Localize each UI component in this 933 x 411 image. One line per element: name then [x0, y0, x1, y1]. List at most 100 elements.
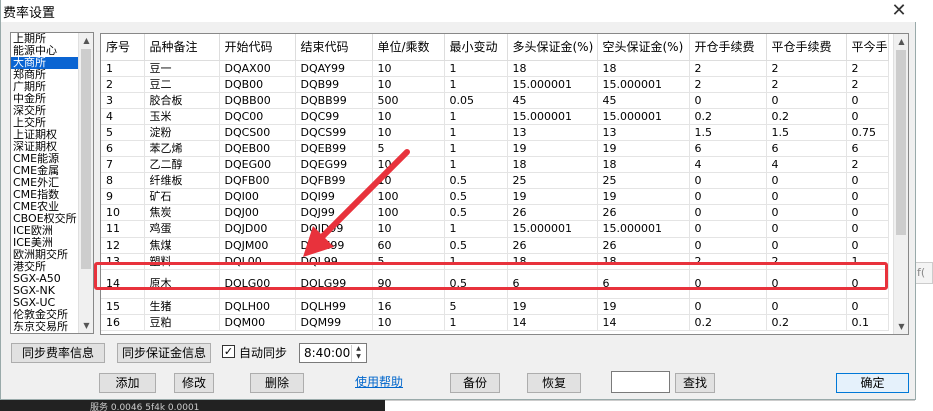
column-header[interactable]: 平仓手续费 — [766, 34, 847, 61]
scroll-down-icon[interactable]: ▼ — [79, 318, 93, 333]
table-row[interactable]: 2 豆二 DQB00 DQB99 10 1 15.000001 15.000001 2 2 2 — [101, 76, 889, 93]
table-row[interactable]: 1 豆一 DQAX00 DQAY99 10 1 18 18 2 2 2 — [101, 60, 889, 77]
table-row[interactable]: 14 原木 DQLG00 DQLG99 90 0.5 6 6 0 0 0 — [101, 269, 889, 299]
table-row[interactable]: 4 玉米 DQC00 DQC99 10 1 15.000001 15.000001 0.2 0.2… — [101, 108, 889, 125]
exchange-item[interactable]: CME外汇 — [11, 177, 81, 189]
sync-margin-button[interactable]: 同步保证金信息 — [117, 343, 211, 363]
sync-fee-button[interactable]: 同步费率信息 — [11, 343, 105, 363]
table-cell: 19 — [597, 298, 690, 315]
table-cell: 0 — [766, 220, 847, 238]
table-cell: DQEG00 — [219, 156, 296, 174]
exchange-list-scrollbar[interactable]: ▲ ▼ — [78, 33, 93, 333]
exchange-item[interactable]: CME指数 — [11, 189, 81, 201]
table-cell: 6 — [766, 140, 847, 158]
table-cell: DQJD99 — [295, 220, 373, 238]
exchange-item[interactable]: 大商所 — [11, 57, 81, 69]
table-cell: DQJM00 — [219, 237, 296, 254]
table-row[interactable]: 3 胶合板 DQBB00 DQBB99 500 0.05 45 45 0 0 0 — [101, 92, 889, 109]
exchange-item[interactable]: SGX-UC — [11, 297, 81, 309]
column-header[interactable]: 空头保证金(%) — [597, 34, 690, 61]
time-spinner[interactable]: ▲ ▼ — [351, 345, 365, 362]
exchange-item[interactable]: 港交所 — [11, 261, 81, 273]
spin-down-icon[interactable]: ▼ — [352, 353, 365, 361]
table-cell: 14 — [101, 269, 145, 299]
table-cell: 0 — [689, 220, 767, 238]
table-row[interactable]: 8 纤维板 DQFB00 DQFB99 10 0.5 25 25 0 0 0 — [101, 172, 889, 190]
exchange-item[interactable]: 欧洲期交所 — [11, 249, 81, 261]
table-row[interactable]: 11 鸡蛋 DQJD00 DQJD99 10 1 15.000001 15.000001 0 0 0 — [101, 220, 889, 238]
exchange-item[interactable]: SGX-A50 — [11, 273, 81, 285]
table-cell: 2 — [766, 76, 847, 93]
table-cell: DQEG99 — [295, 156, 373, 174]
exchange-item[interactable]: 深证期权 — [11, 141, 81, 153]
scroll-up-icon[interactable]: ▲ — [894, 34, 908, 49]
column-header[interactable]: 平今手 — [846, 34, 889, 61]
table-row[interactable]: 5 淀粉 DQCS00 DQCS99 10 1 13 13 1.5 1.5 0.75 — [101, 124, 889, 141]
exchange-item[interactable]: CME能源 — [11, 153, 81, 165]
sync-time-input[interactable]: 8:40:00 ▲ ▼ — [299, 343, 367, 363]
column-header[interactable]: 单位/乘数 — [372, 34, 445, 61]
table-row[interactable]: 13 塑料 DQL00 DQL99 5 1 18 18 2 2 1 — [101, 253, 889, 270]
table-cell: 10 — [101, 204, 145, 222]
table-cell: 19 — [507, 140, 598, 158]
table-cell: 10 — [372, 76, 445, 93]
restore-button[interactable]: 恢复 — [527, 373, 581, 393]
exchange-item[interactable]: 能源中心 — [11, 45, 81, 57]
table-row[interactable]: 7 乙二醇 DQEG00 DQEG99 10 1 18 18 4 4 2 — [101, 156, 889, 174]
table-row[interactable]: 10 焦炭 DQJ00 DQJ99 100 0.5 26 26 0 0 0 — [101, 204, 889, 222]
column-header[interactable]: 开始代码 — [219, 34, 296, 61]
exchange-item[interactable]: CME金属 — [11, 165, 81, 177]
column-header[interactable]: 最小变动 — [444, 34, 508, 61]
table-row[interactable]: 12 焦煤 DQJM00 DQJM99 60 0.5 26 26 0 0 0 — [101, 237, 889, 254]
exchange-item[interactable]: 上交所 — [11, 117, 81, 129]
exchange-item[interactable]: CME农业 — [11, 201, 81, 213]
exchange-item[interactable]: 伦敦金交所 — [11, 309, 81, 321]
column-header[interactable]: 多头保证金(%) — [507, 34, 598, 61]
table-cell: DQEB99 — [295, 140, 373, 158]
scroll-down-icon[interactable]: ▼ — [894, 319, 908, 334]
edit-button[interactable]: 修改 — [174, 373, 214, 393]
column-header[interactable]: 结束代码 — [295, 34, 373, 61]
table-cell: DQBB00 — [219, 92, 296, 109]
column-header[interactable]: 序号 — [101, 34, 145, 61]
table-cell: 5 — [101, 124, 145, 141]
exchange-item[interactable]: CBOE权交所 — [11, 213, 81, 225]
help-link[interactable]: 使用帮助 — [355, 373, 403, 390]
ok-button[interactable]: 确定 — [836, 373, 909, 393]
exchange-item[interactable]: 郑商所 — [11, 69, 81, 81]
table-row[interactable]: 15 生猪 DQLH00 DQLH99 16 5 19 19 0 0 0 — [101, 298, 889, 315]
table-row[interactable]: 6 苯乙烯 DQEB00 DQEB99 5 1 19 19 6 6 6 — [101, 140, 889, 158]
table-row[interactable]: 9 矿石 DQI00 DQI99 100 0.5 19 19 0 0 0 — [101, 188, 889, 206]
exchange-item[interactable]: 广期所 — [11, 81, 81, 93]
backup-button[interactable]: 备份 — [450, 373, 500, 393]
table-scrollbar[interactable]: ▲ ▼ — [893, 34, 908, 334]
spin-up-icon[interactable]: ▲ — [352, 345, 365, 353]
sync-time-value: 8:40:00 — [304, 346, 351, 360]
exchange-item[interactable]: 深交所 — [11, 105, 81, 117]
exchange-item[interactable]: ICE欧洲 — [11, 225, 81, 237]
auto-sync-checkbox[interactable]: ✓ — [222, 345, 235, 358]
scroll-thumb[interactable] — [896, 50, 906, 235]
delete-button[interactable]: 删除 — [250, 373, 304, 393]
exchange-list[interactable]: 上期所 能源中心 大商所 郑商所 广期所 中金所 深交所 上交所 上证期权 深证期权 CME能源 CM… — [10, 32, 94, 334]
table-cell: 1.5 — [766, 124, 847, 141]
exchange-item[interactable]: 东京交易所 — [11, 321, 81, 333]
table-cell: 纤维板 — [144, 172, 220, 190]
exchange-item[interactable]: ICE美洲 — [11, 237, 81, 249]
exchange-item[interactable]: 上证期权 — [11, 129, 81, 141]
table-cell: 0 — [689, 188, 767, 206]
search-input[interactable] — [611, 371, 670, 393]
exchange-item[interactable]: 上期所 — [11, 33, 81, 45]
exchange-item[interactable]: 中金所 — [11, 93, 81, 105]
close-icon[interactable]: ✕ — [887, 0, 911, 22]
column-header[interactable]: 开仓手续费 — [689, 34, 767, 61]
table-row[interactable]: 16 豆粕 DQM00 DQM99 10 1 14 14 0.2 0.2 0.1 — [101, 314, 889, 331]
table-cell: 45 — [507, 92, 598, 109]
table-cell: 15.000001 — [597, 220, 690, 238]
scroll-up-icon[interactable]: ▲ — [79, 33, 93, 48]
add-button[interactable]: 添加 — [99, 373, 156, 393]
search-button[interactable]: 查找 — [675, 373, 715, 393]
column-header[interactable]: 品种备注 — [144, 34, 220, 61]
scroll-thumb[interactable] — [81, 49, 91, 269]
exchange-item[interactable]: SGX-NK — [11, 285, 81, 297]
